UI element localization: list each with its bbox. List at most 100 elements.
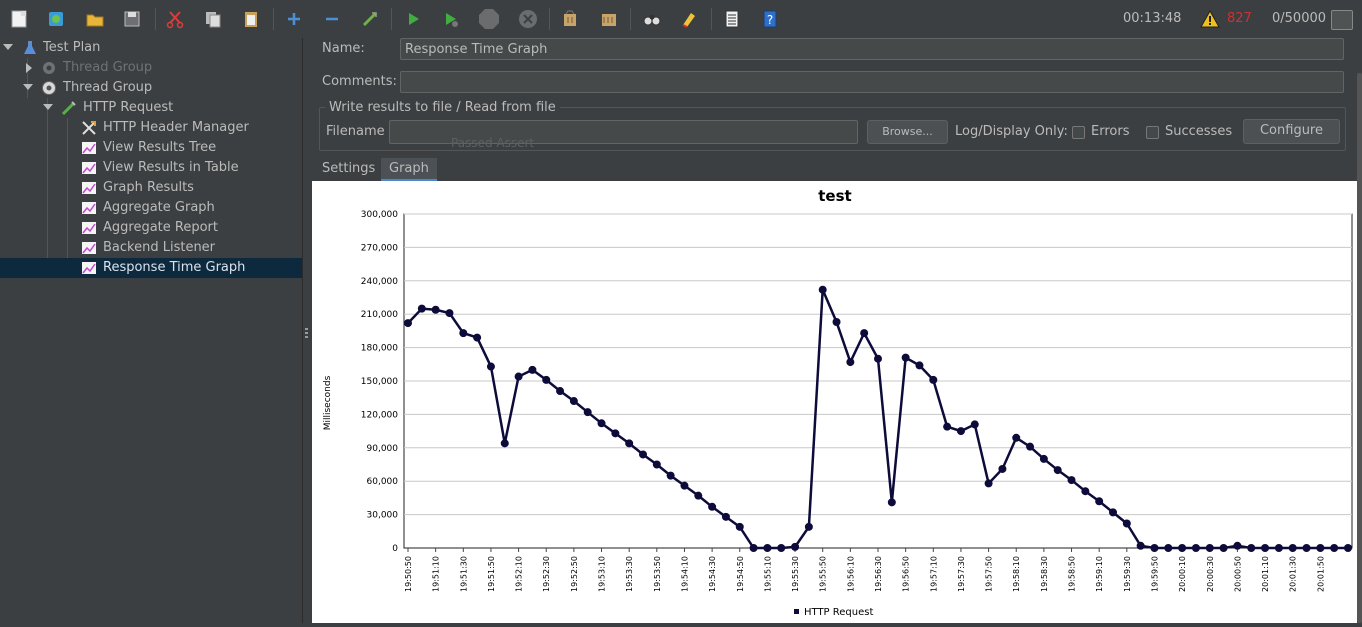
- x-tick-label: 20:00:30: [1206, 556, 1215, 592]
- data-point: [984, 479, 993, 488]
- data-point: [708, 502, 717, 511]
- scrollbar[interactable]: [1357, 73, 1362, 623]
- tree-item-http-header-manager[interactable]: HTTP Header Manager: [0, 118, 302, 138]
- x-tick-label: 20:01:50: [1316, 556, 1325, 592]
- tab-settings[interactable]: Settings: [314, 158, 383, 180]
- tree-item-response-time-graph[interactable]: Response Time Graph: [0, 258, 302, 278]
- tree-item-graph-results[interactable]: Graph Results: [0, 178, 302, 198]
- successes-checkbox[interactable]: [1146, 126, 1159, 139]
- data-point: [1067, 476, 1076, 485]
- log-display-label: Log/Display Only:: [955, 124, 1068, 139]
- data-point: [735, 522, 744, 531]
- x-tick-label: 19:56:30: [874, 556, 883, 592]
- data-point: [929, 375, 938, 384]
- data-point: [500, 439, 509, 448]
- data-point: [514, 372, 523, 381]
- templates-icon[interactable]: [43, 6, 69, 32]
- start-no-pauses-icon[interactable]: [438, 6, 464, 32]
- data-point: [431, 305, 440, 314]
- clear-all-icon[interactable]: [596, 6, 622, 32]
- data-point: [874, 354, 882, 363]
- data-point: [777, 544, 786, 552]
- legend-swatch: [794, 609, 799, 614]
- configure-button[interactable]: Configure: [1243, 119, 1340, 144]
- x-tick-label: 19:51:50: [487, 556, 496, 592]
- start-icon[interactable]: [400, 6, 426, 32]
- data-point: [1178, 544, 1187, 552]
- search-icon[interactable]: [639, 6, 665, 32]
- x-tick-label: 19:55:50: [819, 556, 828, 592]
- new-test-plan-icon[interactable]: [6, 6, 32, 32]
- collapse-icon[interactable]: [319, 6, 345, 32]
- successes-label: Successes: [1165, 124, 1233, 139]
- y-ticks: 0 30,000 60,000 90,000 120,000 150,000 180,000…: [361, 210, 398, 554]
- open-icon[interactable]: [82, 6, 108, 32]
- x-tick-label: 19:59:30: [1123, 556, 1132, 592]
- x-tick-label: 19:56:10: [846, 556, 855, 592]
- help-icon[interactable]: ?: [757, 6, 783, 32]
- errors-checkbox[interactable]: [1072, 126, 1085, 139]
- shutdown-icon[interactable]: [515, 6, 541, 32]
- cut-icon[interactable]: [162, 6, 188, 32]
- copy-icon[interactable]: [200, 6, 226, 32]
- stop-icon[interactable]: [476, 6, 502, 32]
- svg-text:?: ?: [767, 13, 773, 27]
- log-viewer-toggle[interactable]: [1331, 10, 1353, 30]
- data-point: [804, 522, 813, 531]
- data-point: [721, 512, 730, 521]
- tree-item-thread-group-disabled[interactable]: Thread Group: [0, 58, 302, 78]
- data-point: [1302, 544, 1311, 552]
- y-axis-label: Milliseconds: [323, 375, 333, 430]
- expand-icon[interactable]: [281, 6, 307, 32]
- graph-icon: [82, 142, 96, 154]
- clear-icon[interactable]: [557, 6, 583, 32]
- data-point: [1095, 497, 1104, 506]
- y-tick-label: 150,000: [361, 377, 398, 387]
- y-tick-label: 300,000: [361, 210, 398, 220]
- x-tick-label: 19:52:30: [542, 556, 551, 592]
- tree-item-aggregate-graph[interactable]: Aggregate Graph: [0, 198, 302, 218]
- name-field[interactable]: Response Time Graph: [400, 38, 1344, 60]
- function-helper-icon[interactable]: [719, 6, 745, 32]
- x-tick-label: 19:58:10: [1012, 556, 1021, 592]
- tree-item-http-request[interactable]: HTTP Request: [0, 98, 302, 118]
- graph-icon: [82, 262, 96, 274]
- x-tick-label: 19:53:10: [598, 556, 607, 592]
- chart-title: test: [818, 187, 851, 205]
- data-point: [1012, 433, 1021, 442]
- data-point: [1150, 544, 1159, 552]
- tab-graph[interactable]: Graph: [381, 158, 437, 181]
- x-ticks: 19:50:50 19:51:10 19:51:30 19:51:50 19:52:10…: [404, 548, 1325, 592]
- pipette-icon: [61, 101, 76, 116]
- toggle-icon[interactable]: [357, 6, 383, 32]
- browse-button[interactable]: Browse...: [867, 120, 948, 144]
- data-point: [1053, 466, 1062, 475]
- y-tick-label: 270,000: [361, 243, 398, 253]
- errors-label: Errors: [1091, 124, 1130, 139]
- data-point: [1136, 541, 1145, 550]
- x-tick-label: 19:57:10: [929, 556, 938, 592]
- tree-item-view-results-tree[interactable]: View Results Tree: [0, 138, 302, 158]
- warning-icon[interactable]: [1200, 9, 1220, 29]
- tree-item-view-results-in-table[interactable]: View Results in Table: [0, 158, 302, 178]
- data-point: [1039, 454, 1048, 463]
- x-tick-label: 19:51:30: [459, 556, 468, 592]
- data-point: [1081, 487, 1090, 496]
- save-icon[interactable]: [119, 6, 145, 32]
- tree-item-test-plan[interactable]: Test Plan: [0, 38, 302, 58]
- elapsed-time: 00:13:48: [1123, 11, 1182, 26]
- data-point: [832, 317, 841, 326]
- data-point: [956, 427, 965, 436]
- data-point: [597, 419, 606, 428]
- paste-icon[interactable]: [238, 6, 264, 32]
- data-point: [818, 285, 827, 294]
- tree-item-aggregate-report[interactable]: Aggregate Report: [0, 218, 302, 238]
- tree-item-thread-group[interactable]: Thread Group: [0, 78, 302, 98]
- ghost-text: Passed Assert: [451, 136, 535, 150]
- error-count: 827: [1227, 11, 1252, 26]
- tree-item-backend-listener[interactable]: Backend Listener: [0, 238, 302, 258]
- comments-field[interactable]: [400, 71, 1344, 93]
- reset-search-icon[interactable]: [676, 6, 702, 32]
- data-point: [998, 464, 1007, 473]
- splitter[interactable]: [303, 38, 311, 623]
